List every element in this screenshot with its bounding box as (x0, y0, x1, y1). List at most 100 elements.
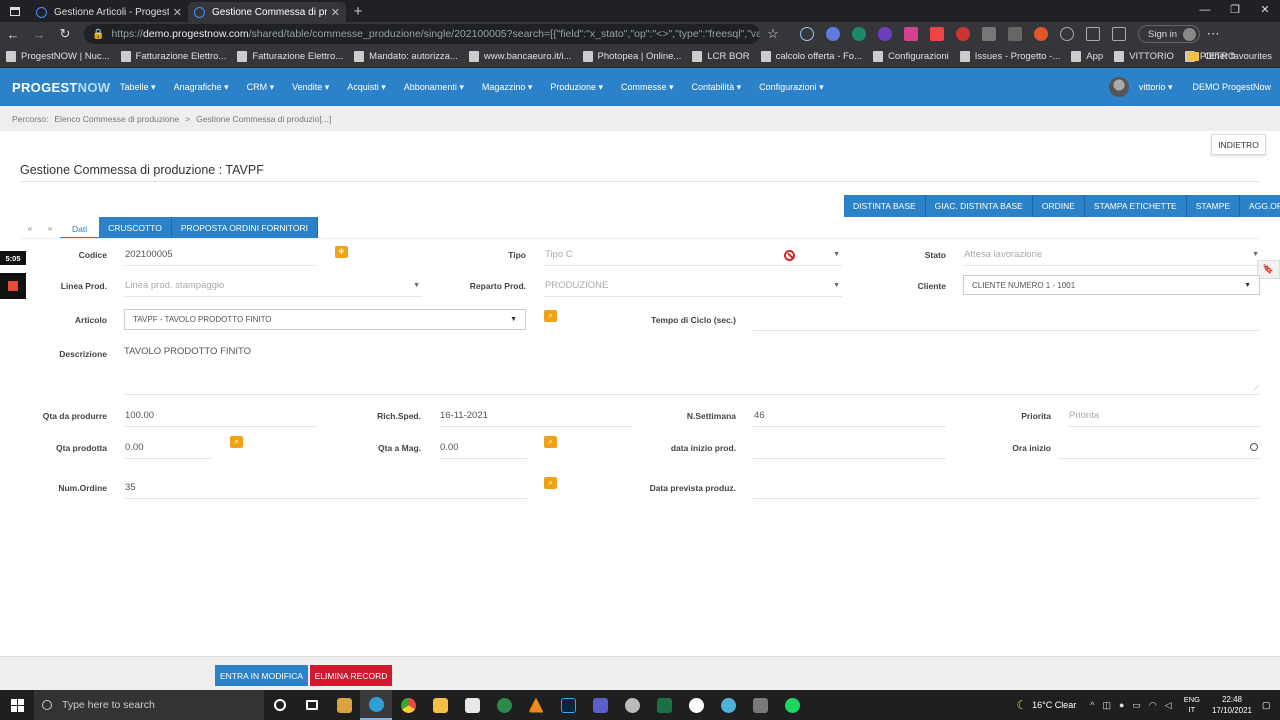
menu-item-acquisti[interactable]: Acquisti ▾ (347, 82, 386, 93)
avatar[interactable] (1108, 77, 1129, 97)
n-settimana-field[interactable]: 46 (753, 409, 946, 427)
data-inizio-field[interactable] (753, 441, 946, 459)
tab-dati[interactable]: Dati (60, 217, 100, 239)
wifi-icon[interactable]: ◠ (1149, 700, 1157, 711)
tipo-select[interactable]: Tipo C ▼ (544, 248, 842, 266)
menu-item-abbonamenti[interactable]: Abbonamenti ▾ (404, 82, 464, 93)
taskbar-search[interactable]: Type here to search (34, 690, 264, 720)
reparto-prod-select[interactable]: PRODUZIONE ▼ (544, 279, 842, 297)
bookmark-item[interactable]: Fatturazione Elettro... (120, 51, 226, 62)
bookmark-item[interactable]: ProgestNOW | Nuc... (6, 51, 110, 62)
linea-prod-select[interactable]: Linea prod. stampaggio ▼ (124, 279, 422, 297)
logo[interactable]: PROGESTNOW (12, 80, 112, 95)
qta-prodotta-field[interactable]: 0.00 (124, 441, 212, 459)
bookmark-item[interactable]: Fatturazione Elettro... (237, 51, 343, 62)
explorer-icon[interactable] (424, 690, 456, 720)
app-icon[interactable] (616, 690, 648, 720)
stato-select[interactable]: Attesa lavorazione ▼ (963, 248, 1261, 266)
extension-icon[interactable] (982, 27, 996, 41)
menu-item-produzione[interactable]: Produzione ▾ (550, 82, 603, 93)
reload-icon[interactable]: ↻ (52, 26, 78, 42)
cortana-icon[interactable] (264, 690, 296, 720)
sign-in-button[interactable]: Sign in (1138, 25, 1201, 43)
proposta-ordini-fornitori-button[interactable]: PROPOSTA ORDINI FORNITORI (171, 217, 319, 239)
clock[interactable]: 22:48 17/10/2021 (1212, 694, 1252, 716)
bookmark-item[interactable]: calcolo offerta - Fo... (760, 51, 862, 62)
extension-icon[interactable] (1008, 27, 1022, 41)
puzzle-icon[interactable] (1060, 27, 1074, 41)
descrizione-textarea[interactable]: TAVOLO PRODOTTO FINITO ⟋ (124, 346, 1260, 395)
data-prevista-field[interactable] (753, 481, 1260, 499)
bookmark-item[interactable]: Configurazioni (873, 51, 949, 62)
search-icon[interactable]: ⌕ (544, 310, 557, 322)
star-icon[interactable]: ☆ (760, 26, 786, 42)
app-icon[interactable] (456, 690, 488, 720)
qta-produrre-field[interactable]: 100.00 (124, 409, 317, 427)
num-ordine-field[interactable]: 35 (124, 481, 527, 499)
tempo-ciclo-field[interactable] (753, 313, 1260, 331)
menu-item-crm[interactable]: CRM ▾ (247, 82, 275, 93)
app-icon[interactable] (328, 690, 360, 720)
back-arrow-icon[interactable]: ← (0, 27, 26, 42)
tab-next-icon[interactable]: » (40, 217, 60, 239)
start-button[interactable] (0, 698, 34, 712)
bookmark-item[interactable]: App (1071, 51, 1103, 62)
browser-tab-commessa[interactable]: Gestione Commessa di produzione ✕ (188, 2, 346, 22)
search-icon[interactable]: ⌕ (230, 436, 243, 448)
extension-icon[interactable] (1034, 27, 1048, 41)
agg-ordine-button[interactable]: AGG.ORDINE (1240, 195, 1280, 217)
stampe-button[interactable]: STAMPE (1186, 195, 1241, 217)
articolo-select[interactable]: TAVPF - TAVOLO PRODOTTO FINITO ▼ (124, 309, 526, 330)
browser-tab-articoli[interactable]: Gestione Articoli - ProgestNOW ✕ (30, 2, 188, 22)
cliente-select[interactable]: CLIENTE NUMERO 1 - 1001 ▼ (963, 275, 1260, 295)
codice-field[interactable]: 202100005 (124, 248, 317, 266)
volume-icon[interactable]: ◁ (1165, 700, 1172, 711)
photoshop-icon[interactable] (552, 690, 584, 720)
menu-item-configurazioni[interactable]: Configurazioni ▾ (759, 82, 824, 93)
resize-handle-icon[interactable]: ⟋ (1254, 385, 1259, 393)
menu-item-commesse[interactable]: Commesse ▾ (621, 82, 674, 93)
new-tab-icon[interactable]: + (346, 2, 370, 22)
bookmark-item[interactable]: www.bancaeuro.it/i... (468, 51, 572, 62)
network-icon[interactable]: ◫ (1102, 700, 1111, 711)
menu-item-magazzino[interactable]: Magazzino ▾ (482, 82, 533, 93)
other-favourites[interactable]: Other favourites (1187, 51, 1272, 62)
cruscotto-button[interactable]: CRUSCOTTO (99, 217, 172, 239)
user-menu[interactable]: vittorio ▾ (1139, 82, 1173, 93)
edit-record-button[interactable]: ENTRA IN MODIFICA (215, 665, 308, 686)
bookmark-item[interactable]: VITTORIO (1114, 51, 1174, 62)
microphone-icon[interactable]: ● (1119, 700, 1124, 710)
spotify-icon[interactable] (776, 690, 808, 720)
menu-item-contabilit[interactable]: Contabilità ▾ (692, 82, 742, 93)
restore-icon[interactable]: ❐ (1220, 0, 1250, 22)
search-icon[interactable]: ⌕ (544, 436, 557, 448)
close-icon[interactable]: ✕ (173, 6, 182, 19)
bookmark-item[interactable]: Issues - Progetto -... (959, 51, 1060, 62)
breadcrumb-parent-link[interactable]: Elenco Commesse di produzione (54, 114, 179, 124)
edge-icon[interactable] (360, 690, 392, 720)
url-bar[interactable]: 🔒 https://demo.progestnow.com/shared/tab… (84, 24, 760, 44)
excel-icon[interactable] (648, 690, 680, 720)
tab-prev-icon[interactable]: « (20, 217, 40, 239)
stop-recording-button[interactable] (0, 273, 26, 299)
menu-item-vendite[interactable]: Vendite ▾ (292, 82, 329, 93)
app-icon[interactable] (488, 690, 520, 720)
priorita-field[interactable]: Priorita (1068, 409, 1261, 427)
language-indicator[interactable]: ENG IT (1184, 695, 1200, 715)
clock-icon[interactable] (1250, 443, 1258, 451)
extension-icon[interactable] (904, 27, 918, 41)
vlc-icon[interactable] (520, 690, 552, 720)
stampa-etichette-button[interactable]: STAMPA ETICHETTE (1084, 195, 1187, 217)
weather-widget[interactable]: ☾ 16°C Clear (1016, 698, 1076, 712)
extension-icon[interactable] (956, 27, 970, 41)
close-window-icon[interactable]: ✕ (1250, 0, 1280, 22)
giac-distinta-base-button[interactable]: GIAC. DISTINTA BASE (925, 195, 1033, 217)
ordine-button[interactable]: ORDINE (1032, 195, 1085, 217)
chevron-up-icon[interactable]: ^ (1090, 700, 1094, 710)
battery-icon[interactable]: ▭ (1132, 700, 1141, 711)
app-icon[interactable] (712, 690, 744, 720)
close-icon[interactable]: ✕ (331, 6, 340, 19)
add-icon[interactable]: + (335, 246, 348, 258)
task-view-icon[interactable] (296, 690, 328, 720)
slack-icon[interactable] (680, 690, 712, 720)
